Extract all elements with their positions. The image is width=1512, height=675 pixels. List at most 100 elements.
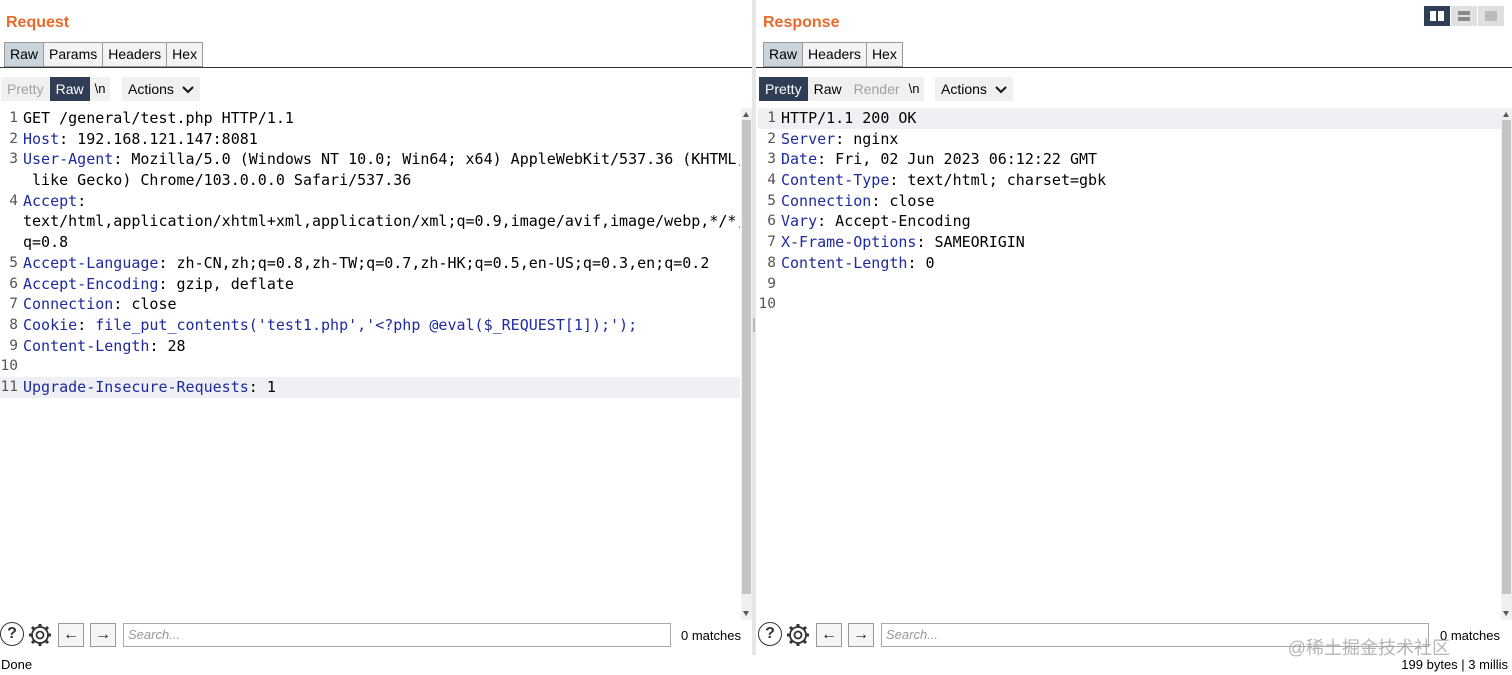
previous-match-button[interactable]: ←	[816, 623, 842, 647]
header-separator: :	[158, 253, 168, 272]
help-icon[interactable]: ?	[0, 622, 24, 646]
code-line: 5 Connection: close	[758, 191, 1502, 212]
response-tab-raw[interactable]: Raw	[763, 42, 804, 67]
request-toolbar: Pretty Raw \n Actions	[0, 77, 752, 101]
gear-icon[interactable]	[27, 622, 53, 653]
response-tab-headers[interactable]: Headers	[802, 42, 867, 67]
previous-match-button[interactable]: ←	[58, 623, 84, 647]
line-content: Accept-Encoding: gzip, deflate	[23, 274, 294, 295]
header-name: Content-Length	[781, 253, 908, 272]
line-content: Accept:	[23, 191, 86, 212]
scroll-thumb[interactable]	[1502, 120, 1511, 594]
response-size-status: 199 bytes | 3 millis	[1401, 657, 1508, 672]
line-number: 5	[9, 254, 18, 271]
request-raw-button[interactable]: Raw	[49, 77, 90, 101]
request-search-input[interactable]: Search...	[123, 623, 671, 647]
request-scrollbar[interactable]	[741, 108, 752, 620]
header-separator: :	[77, 315, 87, 334]
line-content: Content-Length: 28	[23, 336, 186, 357]
line-content: Content-Type: text/html; charset=gbk	[781, 170, 1106, 191]
line-content: GET /general/test.php HTTP/1.1	[23, 108, 294, 129]
header-name: Cookie	[23, 315, 78, 334]
header-separator: :	[113, 150, 123, 169]
line-content: like Gecko) Chrome/103.0.0.0 Safari/537.…	[23, 170, 411, 191]
line-text: like Gecko) Chrome/103.0.0.0 Safari/537.…	[23, 171, 412, 190]
response-editor[interactable]: 1 HTTP/1.1 200 OK 2 Server: nginx 3 Date: Fri…	[758, 108, 1502, 620]
code-line: 3 User-Agent: Mozilla/5.0 (Windows NT 10.…	[0, 149, 740, 170]
status-text: Done	[1, 657, 33, 672]
request-tab-headers[interactable]: Headers	[102, 42, 168, 67]
header-value: SAMEORIGIN	[925, 233, 1025, 252]
header-value: Fri, 02 Jun 2023 06:12:22 GMT	[826, 150, 1098, 169]
header-separator: :	[835, 129, 845, 148]
splitter-grip[interactable]	[753, 318, 755, 332]
line-content: Accept-Language: zh-CN,zh;q=0.8,zh-TW;q=…	[23, 253, 709, 274]
stacked-layout-icon[interactable]	[1451, 6, 1477, 26]
request-tab-raw[interactable]: Raw	[4, 42, 45, 67]
scroll-down-icon[interactable]	[1503, 611, 1509, 616]
code-line: 9 Content-Length: 28	[0, 336, 740, 357]
arrow-left-icon: ←	[63, 626, 79, 643]
response-newline-toggle[interactable]: \n	[904, 77, 924, 101]
line-content: Connection: close	[23, 294, 177, 315]
header-separator: :	[59, 129, 69, 148]
scroll-thumb[interactable]	[742, 120, 751, 594]
line-number: 6	[767, 213, 776, 230]
request-newline-toggle[interactable]: \n	[90, 77, 110, 101]
request-tabs: Raw Params Headers Hex	[4, 42, 204, 67]
next-match-button[interactable]: →	[90, 623, 116, 647]
tabbed-layout-icon[interactable]	[1478, 6, 1504, 26]
header-name: Accept	[23, 191, 78, 210]
side-by-side-layout-icon[interactable]	[1424, 6, 1450, 26]
line-content: Content-Length: 0	[781, 253, 935, 274]
response-pretty-button[interactable]: Pretty	[759, 77, 808, 101]
line-number: 6	[9, 275, 18, 292]
response-actions-button[interactable]: Actions	[935, 77, 1013, 101]
request-pretty-button[interactable]: Pretty	[1, 77, 50, 101]
code-line: 4 Accept:	[0, 191, 740, 212]
next-match-button[interactable]: →	[848, 623, 874, 647]
response-scrollbar[interactable]	[1501, 108, 1512, 620]
request-editor[interactable]: 1 GET /general/test.php HTTP/1.1 2 Host: 19…	[0, 108, 740, 620]
request-tab-hex[interactable]: Hex	[166, 42, 204, 67]
line-number: 1	[767, 110, 776, 126]
gear-icon[interactable]	[785, 622, 811, 653]
code-line: q=0.8	[0, 232, 740, 253]
help-icon[interactable]: ?	[758, 622, 782, 646]
chevron-down-icon	[182, 77, 194, 101]
code-line: 2 Server: nginx	[758, 129, 1502, 150]
line-number: 5	[767, 192, 776, 209]
header-value: nginx	[844, 129, 899, 148]
actions-label: Actions	[941, 81, 987, 97]
line-number: 3	[767, 151, 776, 168]
code-line: 8 Content-Length: 0	[758, 253, 1502, 274]
arrow-left-icon: ←	[821, 626, 837, 643]
response-tabs: Raw Headers Hex	[763, 42, 903, 67]
response-raw-button[interactable]: Raw	[807, 77, 848, 101]
request-actions-button[interactable]: Actions	[122, 77, 200, 101]
response-tab-hex[interactable]: Hex	[865, 42, 903, 67]
response-render-button[interactable]: Render	[847, 77, 906, 101]
scroll-down-icon[interactable]	[743, 611, 749, 616]
request-view-modes: Pretty Raw	[1, 77, 90, 101]
line-number: 10	[758, 296, 776, 313]
line-content: Cookie: file_put_contents('test1.php','<…	[23, 315, 637, 336]
header-separator: :	[916, 233, 926, 252]
line-number: 10	[0, 358, 18, 375]
header-value: close	[122, 295, 177, 314]
scroll-up-icon[interactable]	[743, 112, 749, 117]
line-text: HTTP/1.1 200 OK	[781, 109, 917, 127]
header-separator: :	[817, 150, 827, 169]
layout-switcher	[1423, 6, 1504, 26]
request-panel: Request Raw Params Headers Hex Pretty Ra…	[0, 0, 752, 655]
scroll-up-icon[interactable]	[1503, 112, 1509, 117]
header-name: Content-Length	[23, 336, 150, 355]
line-number: 8	[767, 254, 776, 271]
request-tab-params[interactable]: Params	[43, 42, 104, 67]
header-separator: :	[113, 295, 123, 314]
arrow-right-icon: →	[853, 626, 869, 643]
response-panel: Response Raw Headers Hex Pretty Raw Rend…	[756, 0, 1512, 655]
code-line: 6 Vary: Accept-Encoding	[758, 211, 1502, 232]
header-name: Upgrade-Insecure-Requests	[23, 377, 249, 396]
line-content: X-Frame-Options: SAMEORIGIN	[781, 232, 1025, 253]
